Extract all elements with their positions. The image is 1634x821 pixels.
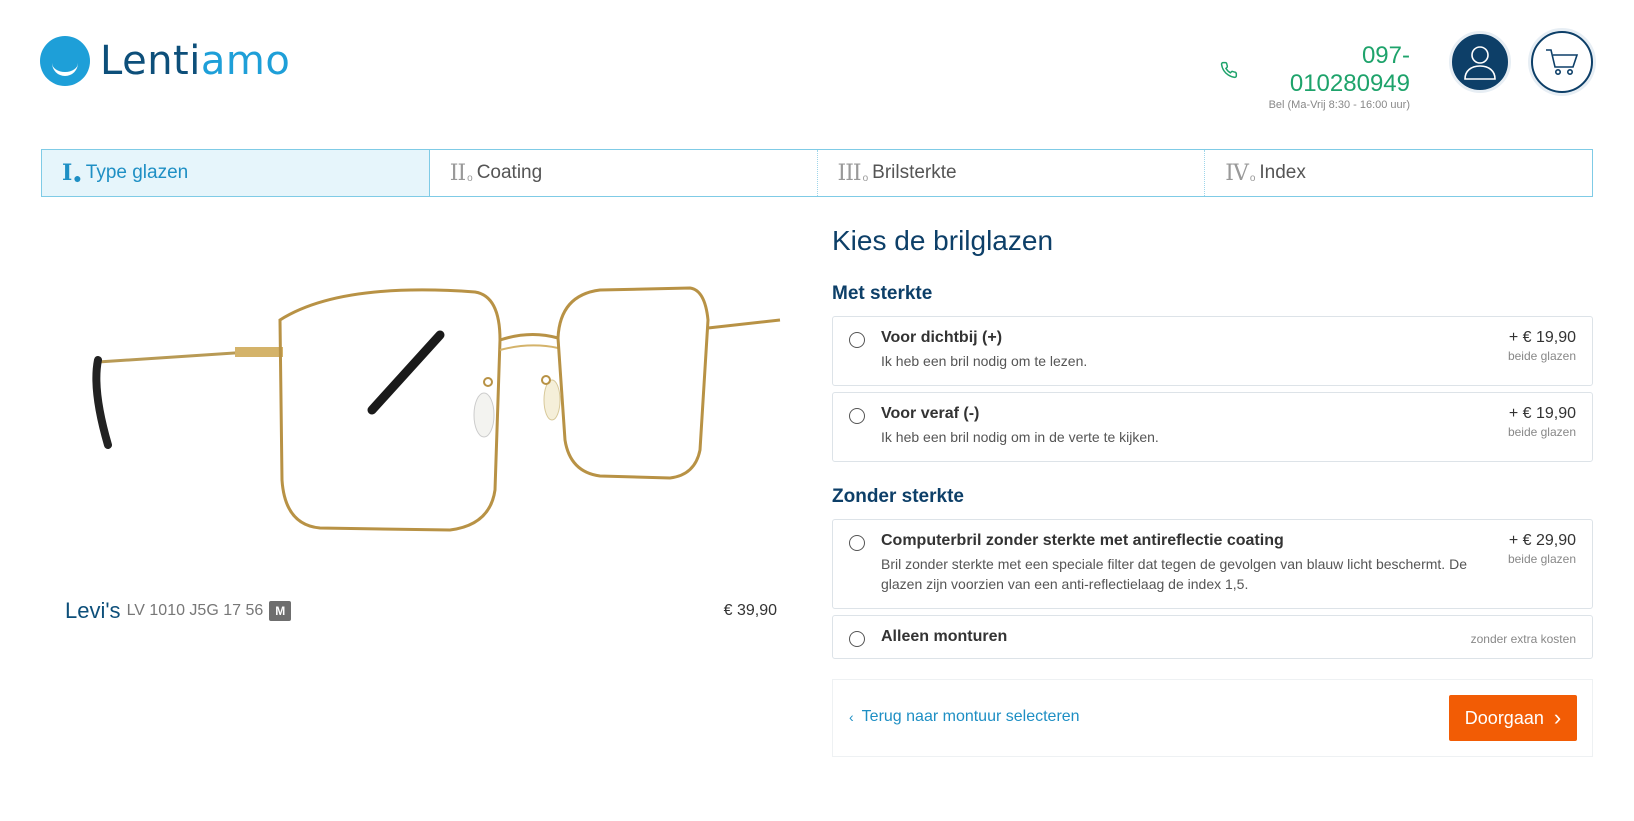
phone-number[interactable]: 097-010280949	[1244, 42, 1410, 98]
step-numeral: II	[449, 160, 466, 186]
product-price: € 39,90	[723, 602, 777, 619]
option-description: Ik heb een bril nodig om in de verte te …	[881, 429, 1159, 445]
option-description: Ik heb een bril nodig om te lezen.	[881, 353, 1088, 369]
option-price-note: beide glazen	[1507, 552, 1576, 566]
lentiamo-logo[interactable]: Lentiamo	[40, 36, 290, 86]
cart-button[interactable]	[1531, 31, 1593, 93]
option-price-free: zonder extra kosten	[1470, 632, 1576, 646]
option-price-block: zonder extra kosten	[1471, 628, 1576, 646]
logo-text: Lentiamo	[100, 38, 291, 84]
back-to-frame-link[interactable]: ‹ Terug naar montuur selecteren	[849, 708, 1080, 726]
lens-selection-panel: Kies de brilglazen Met sterkte Voor dich…	[832, 225, 1593, 757]
radio-button[interactable]	[849, 332, 865, 348]
step-label: Coating	[476, 162, 543, 183]
product-model: LV 1010 J5G 17 56	[126, 602, 264, 619]
option-price: + € 19,90	[1508, 329, 1576, 346]
section-heading-zonder-sterkte: Zonder sterkte	[832, 486, 964, 507]
option-title: Voor dichtbij (+)	[881, 329, 1003, 346]
radio-button[interactable]	[849, 535, 865, 551]
product-glasses-image	[92, 286, 781, 532]
option-price-block: + € 29,90 beide glazen	[1508, 532, 1576, 566]
step-numeral: III	[837, 160, 862, 186]
step-type-glazen[interactable]: I ● Type glazen	[42, 150, 430, 196]
panel-footer: ‹ Terug naar montuur selecteren Doorgaan…	[832, 679, 1593, 757]
option-alleen-monturen[interactable]: Alleen monturen zonder extra kosten	[832, 615, 1593, 659]
checkout-steps: I ● Type glazen II o Coating III o Brilster…	[41, 149, 1593, 197]
option-computerbril[interactable]: Computerbril zonder sterkte met antirefl…	[832, 519, 1593, 609]
option-price-block: + € 19,90 beide glazen	[1508, 405, 1576, 439]
radio-button[interactable]	[849, 408, 865, 424]
option-price: + € 19,90	[1508, 405, 1576, 422]
step-brilsterkte[interactable]: III o Brilsterkte	[818, 150, 1206, 196]
chevron-left-icon: ‹	[849, 709, 854, 725]
step-label: Index	[1259, 162, 1306, 183]
page: Lentiamo 097-010280949 Bel (Ma-Vrij 8:30…	[0, 0, 1634, 821]
option-price: + € 29,90	[1508, 532, 1576, 549]
radio-button[interactable]	[849, 631, 865, 647]
option-voor-dichtbij[interactable]: Voor dichtbij (+) Ik heb een bril nodig …	[832, 316, 1593, 386]
option-price-note: beide glazen	[1507, 425, 1576, 439]
option-price-block: + € 19,90 beide glazen	[1508, 329, 1576, 363]
step-label: Brilsterkte	[872, 162, 957, 183]
product-info: Levi's LV 1010 J5G 17 56 M € 39,90	[65, 598, 777, 624]
phone-contact[interactable]: 097-010280949 Bel (Ma-Vrij 8:30 - 16:00 …	[1220, 42, 1410, 111]
option-voor-veraf[interactable]: Voor veraf (-) Ik heb een bril nodig om …	[832, 392, 1593, 462]
step-label: Type glazen	[85, 162, 189, 183]
option-title: Voor veraf (-)	[881, 405, 980, 422]
cart-icon	[1546, 49, 1579, 75]
option-title: Computerbril zonder sterkte met antirefl…	[881, 532, 1284, 549]
step-coating[interactable]: II o Coating	[430, 150, 818, 196]
continue-button[interactable]: Doorgaan ›	[1449, 695, 1577, 741]
phone-icon	[1220, 61, 1238, 79]
product-brand: Levi's	[65, 598, 121, 623]
logo-smile-icon	[40, 36, 90, 86]
back-link-label: Terug naar montuur selecteren	[861, 708, 1080, 725]
account-button[interactable]	[1449, 31, 1511, 93]
phone-hours: Bel (Ma-Vrij 8:30 - 16:00 uur)	[1268, 99, 1410, 111]
continue-label: Doorgaan	[1464, 707, 1544, 728]
option-price-note: beide glazen	[1507, 349, 1576, 363]
step-index[interactable]: IV o Index	[1205, 150, 1592, 196]
user-icon	[1464, 46, 1496, 80]
section-heading-met-sterkte: Met sterkte	[832, 283, 933, 304]
option-description: Bril zonder sterkte met een speciale fil…	[881, 556, 1467, 592]
step-numeral: IV	[1225, 160, 1249, 186]
panel-title: Kies de brilglazen	[832, 225, 1054, 256]
step-numeral: I	[62, 160, 72, 186]
chevron-right-icon: ›	[1553, 705, 1562, 730]
size-badge: M	[269, 601, 292, 621]
